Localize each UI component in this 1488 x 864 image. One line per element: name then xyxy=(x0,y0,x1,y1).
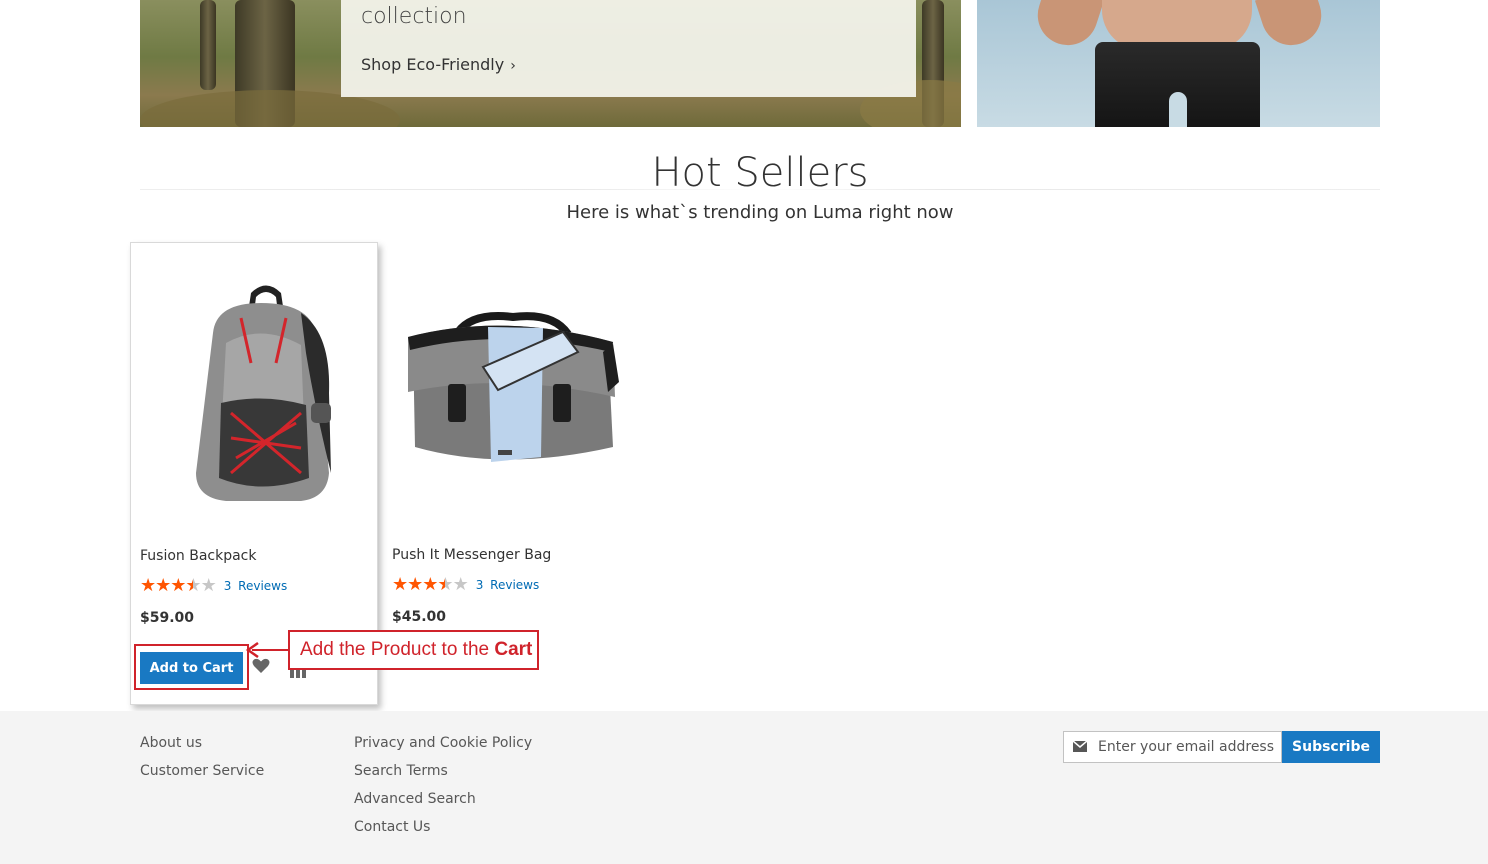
model-arm-decoration xyxy=(1254,0,1330,53)
shop-link-label: Shop Eco-Friendly xyxy=(361,55,505,74)
rating-stars: ★★★★★ xyxy=(392,574,469,594)
annotation-highlight-box xyxy=(134,644,249,690)
hot-sellers-subtitle: Here is what`s trending on Luma right no… xyxy=(566,202,954,223)
annotation-callout: Add the Product to the Cart xyxy=(288,630,539,670)
footer-links-column-2: Privacy and Cookie Policy Search Terms A… xyxy=(354,729,532,841)
footer: About us Customer Service Privacy and Co… xyxy=(0,711,1488,864)
tree-trunk-decoration xyxy=(200,0,216,90)
messenger-bag-image[interactable] xyxy=(393,272,621,512)
newsletter-email-input[interactable] xyxy=(1098,732,1281,762)
reviews-label: Reviews xyxy=(490,577,540,592)
newsletter-form: Subscribe xyxy=(1063,731,1380,763)
reviews-count: 3 xyxy=(475,577,484,592)
footer-link-search-terms[interactable]: Search Terms xyxy=(354,757,532,785)
subscribe-button[interactable]: Subscribe xyxy=(1282,731,1380,763)
annotation-arrow-icon xyxy=(245,641,290,659)
shop-eco-friendly-link[interactable]: Shop Eco-Friendly › xyxy=(361,55,516,74)
reviews-label: Reviews xyxy=(238,578,288,593)
newsletter-field-wrapper xyxy=(1063,731,1282,763)
product-rating: ★★★★★ 3 Reviews xyxy=(140,575,287,596)
annotation-bold-text: Cart xyxy=(494,639,533,660)
footer-link-privacy[interactable]: Privacy and Cookie Policy xyxy=(354,729,532,757)
product-price: $59.00 xyxy=(140,610,195,626)
backpack-image[interactable] xyxy=(141,273,369,513)
hot-sellers-title: Hot Sellers xyxy=(651,150,869,196)
hero-collection-text: collection xyxy=(361,4,467,29)
footer-link-contact-us[interactable]: Contact Us xyxy=(354,813,532,841)
footer-link-about-us[interactable]: About us xyxy=(140,729,264,757)
model-arm-decoration xyxy=(1029,0,1105,53)
envelope-icon xyxy=(1073,741,1087,752)
footer-link-advanced-search[interactable]: Advanced Search xyxy=(354,785,532,813)
hero-banner-eco[interactable]: collection Shop Eco-Friendly › xyxy=(140,0,961,127)
model-pants-decoration xyxy=(1095,42,1260,127)
chevron-right-icon: › xyxy=(510,58,516,74)
reviews-link[interactable]: 3 Reviews xyxy=(224,579,288,593)
product-name[interactable]: Fusion Backpack xyxy=(140,548,257,564)
reviews-count: 3 xyxy=(223,578,232,593)
reviews-link[interactable]: 3 Reviews xyxy=(476,578,540,592)
hero-banner-fitness[interactable] xyxy=(977,0,1380,127)
footer-links-column-1: About us Customer Service xyxy=(140,729,264,785)
rating-stars: ★★★★★ xyxy=(140,575,217,595)
hero-promo-card: collection Shop Eco-Friendly › xyxy=(341,0,916,97)
footer-link-customer-service[interactable]: Customer Service xyxy=(140,757,264,785)
product-rating: ★★★★★ 3 Reviews xyxy=(392,574,539,595)
product-name[interactable]: Push It Messenger Bag xyxy=(392,547,551,563)
product-price: $45.00 xyxy=(392,609,447,625)
annotation-text: Add the Product to the xyxy=(300,639,490,660)
